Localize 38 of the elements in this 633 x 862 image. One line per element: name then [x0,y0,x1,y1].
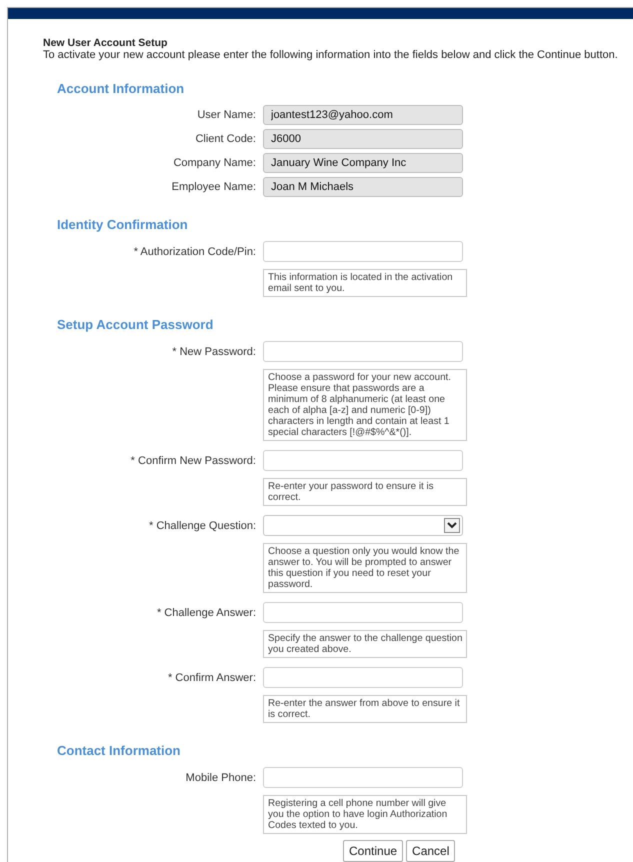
field-label: * Challenge Question: [148,520,257,532]
field-label: Company Name: [172,157,257,169]
page-description: To activate your new account please enter the following information into the fields below and click the Continue button. [43,49,619,61]
help-text: Re-enter your password to ensure it is correct. [263,478,467,506]
field-label: Employee Name: [170,181,257,193]
input-field[interactable] [263,241,463,262]
page-title: New User Account Setup [43,37,168,49]
field-label: User Name: [196,109,257,121]
section-heading: Identity Confirmation [57,217,189,233]
help-text: This information is located in the activation email sent to you. [263,269,467,297]
input-field[interactable]: J6000 [263,129,463,149]
help-text: Registering a cell phone number will give you the option to have login Authorization Codes texted to you. [263,795,467,834]
input-field[interactable] [263,767,463,788]
help-text: Re-enter the answer from above to ensure it is correct. [263,695,467,723]
field-label: Mobile Phone: [184,772,257,784]
help-text: Specify the answer to the challenge question you created above. [263,630,467,658]
field-label: * New Password: [171,346,257,358]
section-heading: Account Information [57,81,186,97]
field-label: Client Code: [194,133,257,145]
input-field[interactable]: Joan M Michaels [263,177,463,197]
form-button[interactable]: Continue [343,840,404,862]
field-label: * Challenge Answer: [156,606,257,618]
field-label: * Authorization Code/Pin: [132,246,257,258]
input-field[interactable]: January Wine Company Inc [263,153,463,173]
help-text: Choose a password for your new account. Please ensure that passwords are a minimum of 8 alphanumeric (at least one each of alpha [a-z] and numeric [0-9]) characters in length and contain at least 1 special characters [!@#$%^&*()]. [263,369,467,441]
input-field[interactable] [263,667,463,688]
caret-icon [444,518,460,533]
field-label: * Confirm New Password: [130,454,257,466]
input-field[interactable] [263,602,463,623]
form-button[interactable]: Cancel [406,840,456,862]
input-field[interactable] [263,450,463,471]
input-field[interactable] [263,341,463,362]
input-field[interactable]: joantest123@yahoo.com [263,105,463,125]
challenge-question-dropdown[interactable] [263,515,463,536]
help-text: Choose a question only you would know the answer to. You will be prompted to answer this question if you need to reset your password. [263,543,467,593]
section-heading: Setup Account Password [57,317,214,333]
field-label: * Confirm Answer: [166,672,257,684]
section-heading: Contact Information [57,743,182,759]
